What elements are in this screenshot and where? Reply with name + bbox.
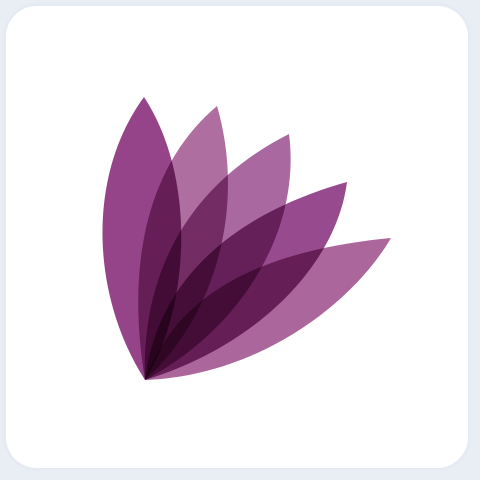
lotus-logo-icon [102, 97, 391, 380]
lotus-petals [102, 97, 391, 380]
app-icon-tile[interactable] [3, 3, 471, 471]
